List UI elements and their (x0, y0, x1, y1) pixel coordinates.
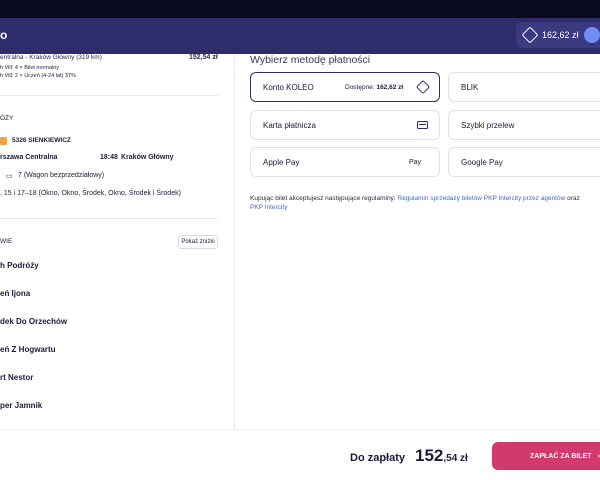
divider (0, 95, 218, 96)
passengers-section-title: WIE (0, 238, 13, 245)
payment-option-google-pay[interactable]: Google Pay (448, 147, 600, 177)
payment-option-koleo[interactable]: Konto KOLEO Dostępne: 162,62 zł (250, 72, 440, 102)
payment-option-card[interactable]: Karta płatnicza (250, 110, 440, 140)
payment-panel: Wybierz metodę płatności Konto KOLEO Dos… (250, 54, 600, 429)
total-amount: 152,54 zł (415, 446, 468, 465)
payment-option-blik[interactable]: BLIK (448, 72, 600, 102)
show-discounts-button[interactable]: Pokaż zniżki (178, 235, 218, 249)
terms-link-intercity-agents[interactable]: Regulamin sprzedaży biletów PKP Intercit… (397, 195, 565, 202)
journey-section-title: ÓŻY (0, 115, 14, 122)
payment-option-transfer[interactable]: Szybki przelew (448, 110, 600, 140)
apple-pay-logo-icon: Pay (409, 159, 422, 166)
payment-section-title: Wybierz metodę płatności (250, 54, 371, 66)
payment-option-label: Apple Pay (263, 158, 300, 167)
passenger-name: h Podróży (0, 261, 39, 270)
terms-link-pkp-intercity[interactable]: PKP Intercity (250, 204, 287, 211)
from-station: rszawa Centralna (0, 154, 58, 161)
wallet-balance: 162,62 zł (542, 30, 579, 40)
payment-option-label: Konto KOLEO (263, 83, 314, 92)
logo[interactable]: o (0, 28, 7, 42)
available-balance: Dostępne: 162,62 zł (345, 84, 404, 91)
payment-option-apple-pay[interactable]: Apple Pay Pay (250, 147, 440, 177)
passenger-name: dek Do Orzechów (0, 317, 68, 326)
departure-time: 18:48 (100, 154, 118, 161)
top-bar (0, 0, 600, 18)
seats-info: , 15 i 17–18 (Okno, Okno, Środek, Okno, … (0, 190, 181, 197)
passenger-name: per Jamnik (0, 401, 43, 410)
divider (0, 218, 218, 219)
passenger-name: rt Nestor (0, 373, 34, 382)
pay-for-ticket-button[interactable]: ZAPŁAĆ ZA BILET › (492, 442, 600, 470)
passenger-name: eń Z Hogwartu (0, 345, 56, 354)
koleo-wallet-icon (415, 79, 431, 95)
route-price: 152,54 zł (189, 54, 218, 61)
checkout-bar: Do zapłaty 152,54 zł ZAPŁAĆ ZA BILET › (0, 429, 600, 480)
carriage-info: 7 (Wagon bezprzedziałowy) (18, 172, 105, 179)
payment-option-label: BLIK (461, 83, 479, 92)
carriage-icon: ▭ (6, 173, 13, 180)
payment-option-label: Szybki przelew (461, 121, 515, 130)
app-header: o 162,62 zł (0, 18, 600, 54)
to-pay-label: Do zapłaty (350, 452, 406, 464)
payment-option-label: Karta płatnicza (263, 121, 316, 130)
ticket-line-1: h Vill: 4 × Bilet normalny (0, 65, 60, 71)
train-badge-icon (0, 137, 7, 145)
ticket-line-2: h Vill: 2 × Uczeń (4-24 lat) 37% (0, 73, 76, 79)
order-summary-panel: entralna - Kraków Główny (319 km) 152,54… (0, 54, 220, 429)
credit-card-icon (417, 121, 428, 129)
route-line: entralna - Kraków Główny (319 km) (0, 54, 102, 61)
terms-text: Kupując bilet akceptujesz następujące re… (250, 195, 580, 211)
user-avatar-icon[interactable] (584, 27, 600, 43)
train-name: 5326 SIENKIEWICZ (12, 137, 71, 144)
passenger-name: eń Ijona (0, 289, 31, 298)
to-station: Kraków Główny (121, 154, 174, 161)
koleo-wallet-icon (521, 26, 539, 44)
payment-option-label: Google Pay (461, 158, 503, 167)
panel-divider (234, 54, 235, 429)
